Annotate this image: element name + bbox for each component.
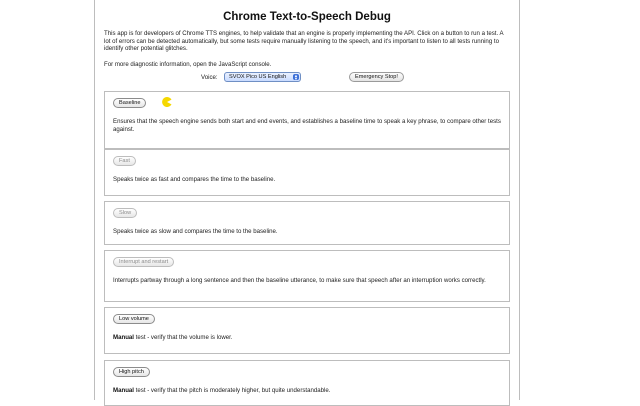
intro-text: This app is for developers of Chrome TTS… [104, 30, 504, 53]
low-volume-description: Manual test - verify that the volume is … [113, 334, 233, 341]
emergency-stop-button[interactable]: Emergency Stop! [349, 72, 404, 82]
test-slow: Slow Speaks twice as slow and compares t… [104, 201, 510, 245]
high-pitch-button[interactable]: High pitch [113, 367, 150, 377]
voice-row: Voice: SVOX Pico US English ▲ ▼ Emergency… [95, 72, 519, 84]
baseline-button[interactable]: Baseline [113, 98, 147, 108]
pacman-icon [162, 97, 172, 107]
interrupt-description: Interrupts partway through a long senten… [113, 277, 486, 284]
page-title: Chrome Text-to-Speech Debug [223, 11, 391, 23]
voice-label: Voice: [201, 74, 218, 81]
test-low-volume: Low volume Manual test - verify that the… [104, 307, 510, 354]
interrupt-restart-button[interactable]: Interrupt and restart [113, 257, 175, 267]
voice-select[interactable]: SVOX Pico US English ▲ ▼ [224, 72, 301, 82]
test-baseline: Baseline Ensures that the speech engine … [104, 91, 510, 149]
manual-label: Manual [113, 387, 134, 394]
test-high-pitch: High pitch Manual test - verify that the… [104, 360, 510, 406]
manual-label: Manual [113, 334, 134, 341]
baseline-description: Ensures that the speech engine sends bot… [113, 118, 501, 133]
low-volume-button[interactable]: Low volume [113, 314, 155, 324]
slow-description: Speaks twice as slow and compares the ti… [113, 228, 278, 235]
chevron-down-icon: ▲ ▼ [293, 73, 299, 81]
test-interrupt: Interrupt and restart Interrupts partway… [104, 250, 510, 302]
app-page: Chrome Text-to-Speech Debug This app is … [94, 0, 520, 406]
diagnostic-text: For more diagnostic information, open th… [104, 61, 272, 68]
test-fast: Fast Speaks twice as fast and compares t… [104, 149, 510, 196]
slow-button[interactable]: Slow [113, 208, 138, 218]
fast-button[interactable]: Fast [113, 156, 136, 166]
high-pitch-description: Manual test - verify that the pitch is m… [113, 387, 331, 394]
fast-description: Speaks twice as fast and compares the ti… [113, 176, 276, 183]
voice-select-value: SVOX Pico US English [229, 74, 287, 80]
